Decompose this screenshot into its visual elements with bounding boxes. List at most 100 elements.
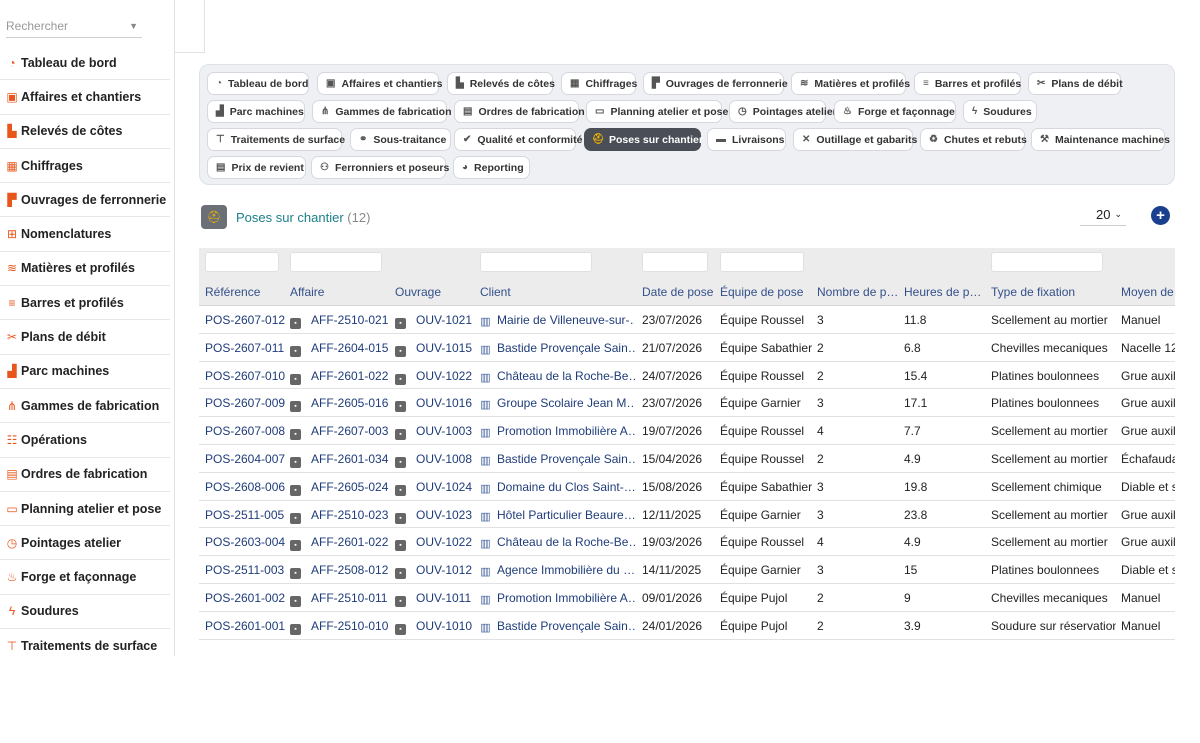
sidebar-item-14[interactable]: ◷ Pointages atelier [0, 526, 170, 561]
tab-18[interactable]: ⛑ Poses sur chantier [584, 128, 703, 151]
sidebar-item-10[interactable]: ⋔ Gammes de fabrication [0, 389, 170, 424]
sidebar-item-9[interactable]: ▟ Parc machines [0, 355, 170, 389]
table-cell[interactable]: ▥ Groupe Scolaire Jean M… [480, 396, 635, 411]
table-cell[interactable]: ▪ OUV-1011 [395, 591, 475, 607]
table-cell[interactable]: ▥ Promotion Immobilière A… [480, 591, 635, 606]
table-cell[interactable]: POS-2607-009 [205, 396, 285, 410]
tab-23[interactable]: ▤ Prix de revient [207, 156, 306, 179]
column-header[interactable]: Équipe de pose [720, 285, 812, 299]
table-cell[interactable]: ▪ OUV-1021 [395, 313, 475, 329]
column-filter-input[interactable] [720, 252, 804, 272]
table-cell[interactable]: ▪ OUV-1016 [395, 396, 475, 413]
table-cell[interactable]: POS-2607-010 [205, 369, 285, 383]
table-row[interactable]: POS-2604-007 ▪ AFF-2601-034 ▪ OUV-1008 ▥ Basti… [199, 445, 1175, 473]
column-header[interactable]: Ouvrage [395, 285, 475, 299]
table-row[interactable]: POS-2511-005 ▪ AFF-2510-023 ▪ OUV-1023 ▥ Hôtel… [199, 501, 1175, 529]
sidebar-item-12[interactable]: ▤ Ordres de fabrication [0, 458, 170, 492]
column-filter-input[interactable] [642, 252, 708, 272]
table-cell[interactable]: POS-2511-003 [205, 563, 285, 577]
table-cell[interactable]: ▪ AFF-2510-021 [290, 313, 390, 329]
table-row[interactable]: POS-2607-009 ▪ AFF-2605-016 ▪ OUV-1016 ▥ Group… [199, 389, 1175, 418]
tab-7[interactable]: ✂ Plans de débit [1028, 72, 1123, 95]
table-cell[interactable]: ▥ Bastide Provençale Sain… [480, 341, 635, 356]
tab-11[interactable]: ▭ Planning atelier et pose [586, 100, 728, 123]
tab-21[interactable]: ♻ Chutes et rebuts [920, 128, 1027, 151]
table-cell[interactable]: ▪ AFF-2510-023 [290, 508, 390, 524]
column-header[interactable]: Nombre de p… [817, 285, 899, 299]
sidebar-item-7[interactable]: ≡ Barres et profilés [0, 286, 170, 321]
sidebar-item-11[interactable]: ☷ Opérations [0, 423, 170, 458]
table-cell[interactable]: ▪ OUV-1023 [395, 508, 475, 524]
sidebar-item-16[interactable]: ϟ Soudures [0, 595, 170, 630]
tab-4[interactable]: ▛ Ouvrages de ferronnerie [643, 72, 788, 95]
table-cell[interactable]: ▥ Domaine du Clos Saint-… [480, 480, 635, 495]
table-cell[interactable]: ▪ AFF-2604-015 [290, 341, 390, 357]
table-cell[interactable]: ▪ OUV-1024 [395, 480, 475, 496]
caret-down-icon[interactable]: ▼ [129, 21, 138, 31]
table-cell[interactable]: ▪ AFF-2601-022 [290, 369, 390, 385]
table-cell[interactable]: ▪ AFF-2601-022 [290, 535, 390, 552]
table-cell[interactable]: ▥ Hôtel Particulier Beaure… [480, 508, 635, 523]
table-cell[interactable]: POS-2604-007 [205, 452, 285, 466]
tab-2[interactable]: ▙ Relevés de côtes [447, 72, 555, 95]
sidebar-item-4[interactable]: ▛ Ouvrages de ferronnerie [0, 183, 170, 218]
table-row[interactable]: POS-2607-010 ▪ AFF-2601-022 ▪ OUV-1022 ▥ Châte… [199, 362, 1175, 390]
table-cell[interactable]: ▥ Mairie de Villeneuve-sur-… [480, 313, 635, 328]
column-filter-input[interactable] [480, 252, 592, 272]
tab-13[interactable]: ♨ Forge et façonnage [834, 100, 956, 123]
add-button[interactable]: + [1151, 206, 1170, 225]
table-cell[interactable]: POS-2608-006 [205, 480, 285, 494]
table-cell[interactable]: POS-2601-001 [205, 619, 285, 633]
table-cell[interactable]: ▥ Château de la Roche-Be… [480, 369, 635, 384]
table-cell[interactable]: ▪ OUV-1008 [395, 452, 475, 468]
tab-5[interactable]: ≋ Matières et profilés [791, 72, 910, 95]
column-header[interactable]: Client [480, 285, 635, 299]
table-cell[interactable]: ▪ AFF-2601-034 [290, 452, 390, 468]
column-header[interactable]: Affaire [290, 285, 390, 299]
table-row[interactable]: POS-2607-011 ▪ AFF-2604-015 ▪ OUV-1015 ▥ Basti… [199, 334, 1175, 362]
table-cell[interactable]: ▥ Château de la Roche-Be… [480, 535, 635, 550]
table-cell[interactable]: POS-2603-004 [205, 535, 285, 549]
tab-0[interactable]: ◔ Tableau de bord [207, 72, 309, 95]
sidebar-item-3[interactable]: ▦ Chiffrages [0, 149, 170, 184]
tab-8[interactable]: ▟ Parc machines [207, 100, 305, 123]
table-cell[interactable]: POS-2607-012 [205, 313, 285, 327]
sidebar-item-5[interactable]: ⊞ Nomenclatures [0, 217, 170, 252]
table-cell[interactable]: ▪ AFF-2607-003 [290, 424, 390, 441]
tab-22[interactable]: ⚒ Maintenance machines [1031, 128, 1170, 151]
table-cell[interactable]: POS-2607-011 [205, 341, 285, 355]
table-cell[interactable]: ▪ AFF-2605-024 [290, 480, 390, 496]
tab-6[interactable]: ≡ Barres et profilés [914, 72, 1021, 95]
table-cell[interactable]: ▪ AFF-2510-011 [290, 591, 390, 607]
tab-24[interactable]: ⚇ Ferronniers et poseurs [311, 156, 449, 179]
column-header[interactable]: Heures de p… [904, 285, 986, 299]
tab-15[interactable]: ⊤ Traitements de surface [207, 128, 345, 151]
table-row[interactable]: POS-2601-002 ▪ AFF-2510-011 ▪ OUV-1011 ▥ Promo… [199, 584, 1175, 612]
tab-9[interactable]: ⋔ Gammes de fabrication [312, 100, 452, 123]
sidebar-item-0[interactable]: ◔ Tableau de bord [0, 46, 170, 81]
table-cell[interactable]: ▥ Agence Immobilière du … [480, 563, 635, 578]
table-cell[interactable]: ▥ Bastide Provençale Sain… [480, 619, 635, 634]
sidebar-item-6[interactable]: ≋ Matières et profilés [0, 252, 170, 287]
search-select[interactable]: Rechercher ▼ [6, 14, 142, 38]
table-cell[interactable]: ▪ AFF-2510-010 [290, 619, 390, 635]
sidebar-item-2[interactable]: ▙ Relevés de côtes [0, 115, 170, 149]
tab-17[interactable]: ✔ Qualité et conformité [454, 128, 582, 151]
column-header[interactable]: Date de pose [642, 285, 714, 299]
tab-19[interactable]: ▬ Livraisons [707, 128, 786, 151]
table-cell[interactable]: ▥ Bastide Provençale Sain… [480, 452, 635, 467]
column-header[interactable]: Moyen de l… [1121, 285, 1175, 299]
table-cell[interactable]: POS-2511-005 [205, 508, 285, 522]
table-cell[interactable]: ▥ Promotion Immobilière A… [480, 424, 635, 439]
sidebar-item-17[interactable]: ⊤ Traitements de surface [0, 629, 170, 656]
table-row[interactable]: POS-2511-003 ▪ AFF-2508-012 ▪ OUV-1012 ▥ Agenc… [199, 556, 1175, 584]
column-filter-input[interactable] [205, 252, 279, 272]
tab-3[interactable]: ▦ Chiffrages [561, 72, 637, 95]
page-size-select[interactable]: 20 ⌄ [1080, 204, 1126, 226]
tab-1[interactable]: ▣ Affaires et chantiers [317, 72, 442, 95]
table-cell[interactable]: ▪ OUV-1022 [395, 535, 475, 552]
table-cell[interactable]: ▪ OUV-1015 [395, 341, 475, 357]
table-cell[interactable]: ▪ AFF-2605-016 [290, 396, 390, 413]
table-row[interactable]: POS-2603-004 ▪ AFF-2601-022 ▪ OUV-1022 ▥ Châte… [199, 528, 1175, 557]
table-row[interactable]: POS-2607-008 ▪ AFF-2607-003 ▪ OUV-1003 ▥ Promo… [199, 417, 1175, 445]
